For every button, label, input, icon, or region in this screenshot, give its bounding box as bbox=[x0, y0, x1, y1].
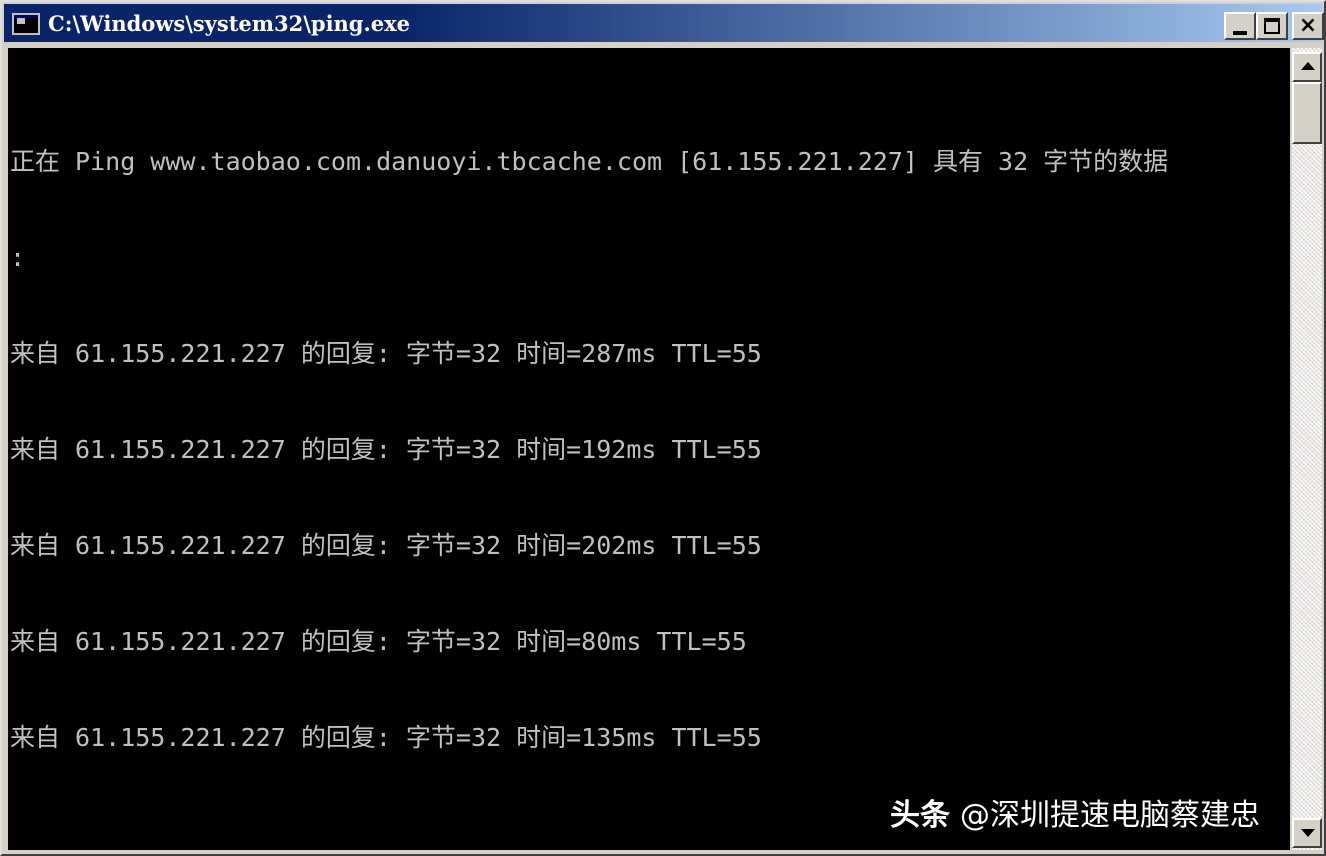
console-line: 来自 61.155.221.227 的回复: 字节=32 时间=135ms TT… bbox=[10, 723, 762, 752]
console-text: 正在 Ping www.taobao.com.danuoyi.tbcache.c… bbox=[10, 82, 1168, 818]
watermark: 头条 @深圳提速电脑蔡建忠 bbox=[890, 796, 1260, 836]
console-line: 来自 61.155.221.227 的回复: 字节=32 时间=287ms TT… bbox=[10, 339, 762, 368]
console-line: 来自 61.155.221.227 的回复: 字节=32 时间=192ms TT… bbox=[10, 435, 762, 464]
arrow-down-icon bbox=[1301, 829, 1315, 837]
arrow-up-icon bbox=[1301, 62, 1315, 70]
console-line: 正在 Ping www.taobao.com.danuoyi.tbcache.c… bbox=[10, 147, 1169, 176]
maximize-button[interactable] bbox=[1256, 12, 1288, 40]
minimize-button[interactable] bbox=[1224, 12, 1256, 40]
watermark-brand: 头条 bbox=[890, 798, 950, 833]
vertical-scrollbar[interactable] bbox=[1292, 48, 1322, 850]
maximize-icon bbox=[1264, 18, 1280, 34]
scroll-thumb[interactable] bbox=[1292, 82, 1322, 144]
scroll-up-button[interactable] bbox=[1292, 52, 1322, 82]
console-line: 来自 61.155.221.227 的回复: 字节=32 时间=80ms TTL… bbox=[10, 627, 747, 656]
console-line: : bbox=[10, 243, 26, 272]
console-app-icon[interactable] bbox=[12, 13, 40, 35]
scroll-down-button[interactable] bbox=[1292, 818, 1322, 848]
watermark-handle: @深圳提速电脑蔡建忠 bbox=[960, 798, 1260, 833]
console-line: 来自 61.155.221.227 的回复: 字节=32 时间=202ms TT… bbox=[10, 531, 762, 560]
minimize-icon bbox=[1233, 31, 1247, 35]
close-icon: × bbox=[1298, 13, 1318, 38]
close-button[interactable]: × bbox=[1292, 12, 1324, 40]
console-window: C:\Windows\system32\ping.exe × 正在 Ping w… bbox=[0, 0, 1326, 856]
window-title: C:\Windows\system32\ping.exe bbox=[48, 11, 411, 36]
title-bar[interactable]: C:\Windows\system32\ping.exe × bbox=[4, 4, 1324, 42]
console-output[interactable]: 正在 Ping www.taobao.com.danuoyi.tbcache.c… bbox=[8, 48, 1290, 850]
